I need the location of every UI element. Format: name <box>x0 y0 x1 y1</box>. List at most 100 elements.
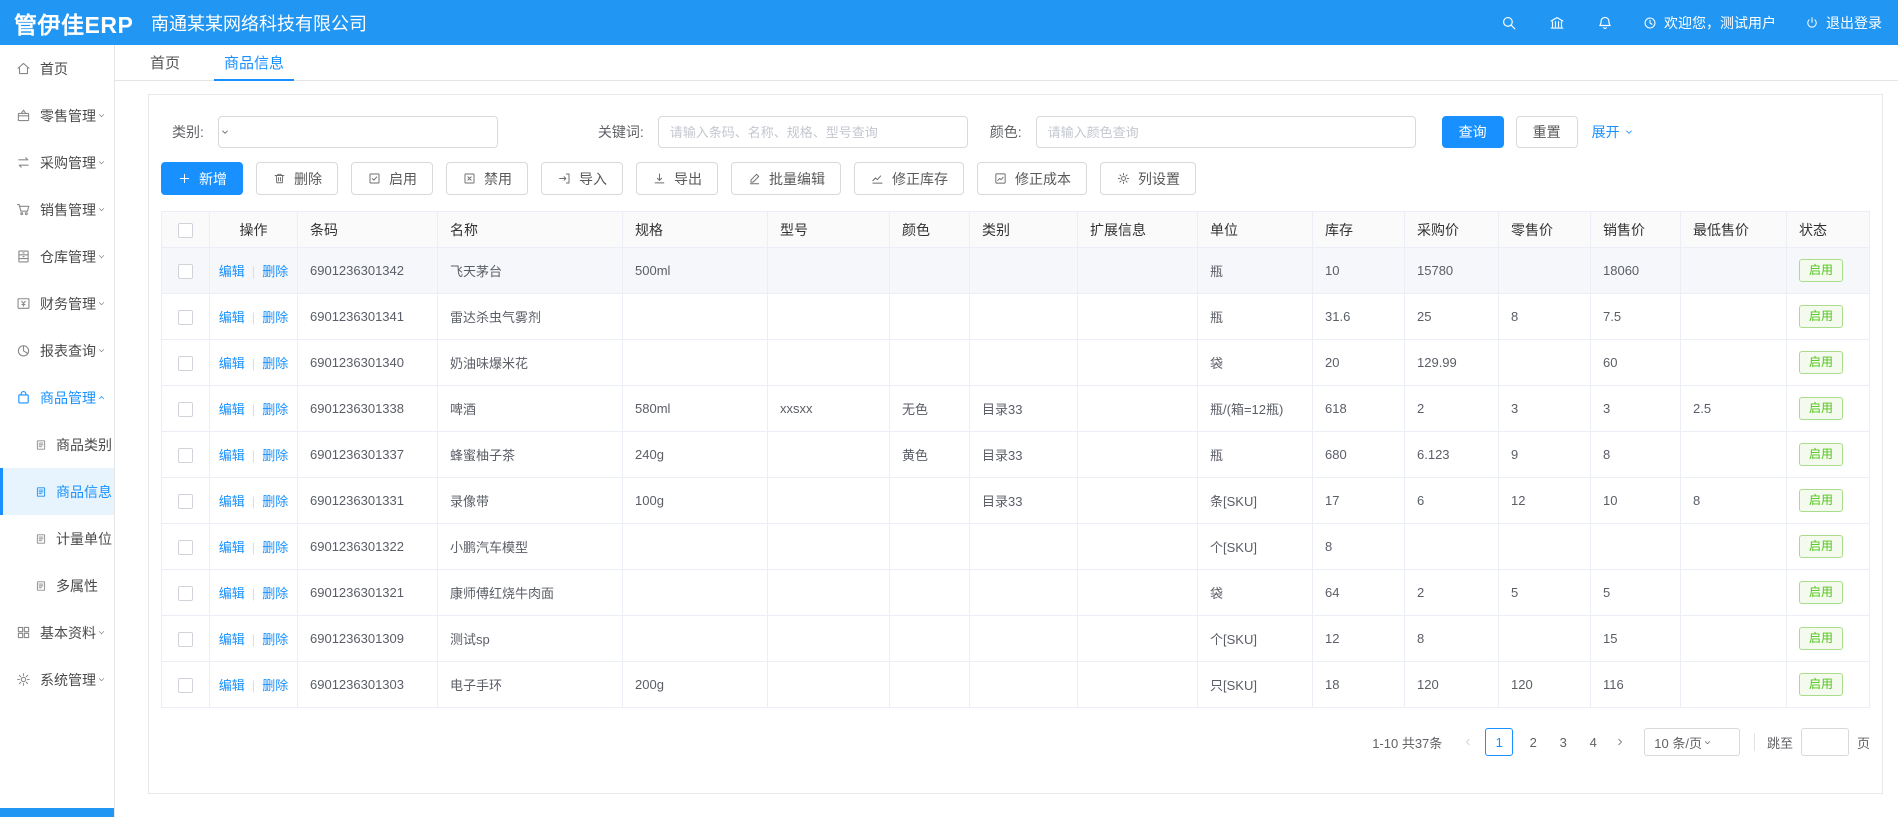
sidebar-item-system[interactable]: 系统管理 <box>0 656 114 703</box>
edit-link[interactable]: 编辑 <box>219 356 245 371</box>
delete-link[interactable]: 删除 <box>262 402 288 417</box>
sidebar-item-warehouse[interactable]: 仓库管理 <box>0 233 114 280</box>
page-button-1[interactable]: 1 <box>1485 728 1513 756</box>
edit-link[interactable]: 编辑 <box>219 540 245 555</box>
sidebar-item-purchase[interactable]: 采购管理 <box>0 139 114 186</box>
row-checkbox[interactable] <box>178 632 193 647</box>
notifications-button[interactable] <box>1596 14 1614 32</box>
cell-model <box>768 248 890 294</box>
page-button-3[interactable]: 3 <box>1553 728 1573 756</box>
welcome-user[interactable]: 欢迎您，测试用户 <box>1642 13 1776 33</box>
import-button[interactable]: 导入 <box>541 162 623 195</box>
delete-link[interactable]: 删除 <box>262 264 288 279</box>
edit-link[interactable]: 编辑 <box>219 678 245 693</box>
cell-model <box>768 294 890 340</box>
delete-link[interactable]: 删除 <box>262 586 288 601</box>
delete-button[interactable]: 删除 <box>256 162 338 195</box>
row-checkbox[interactable] <box>178 494 193 509</box>
row-checkbox[interactable] <box>178 356 193 371</box>
sidebar-item-goods-category[interactable]: 商品类别 <box>0 421 114 468</box>
delete-link[interactable]: 删除 <box>262 356 288 371</box>
delete-link[interactable]: 删除 <box>262 678 288 693</box>
sidebar-item-basic-data[interactable]: 基本资料 <box>0 609 114 656</box>
edit-icon <box>747 171 762 186</box>
row-checkbox[interactable] <box>178 540 193 555</box>
cell-barcode: 6901236301337 <box>298 432 438 478</box>
tab-goods-info[interactable]: 商品信息 <box>214 45 294 80</box>
select-all-checkbox[interactable] <box>178 223 193 238</box>
fix-stock-button[interactable]: 修正库存 <box>854 162 964 195</box>
table-row: 编辑|删除6901236301337蜂蜜柚子茶240g黄色目录33瓶6806.1… <box>162 432 1870 478</box>
row-checkbox[interactable] <box>178 678 193 693</box>
sidebar-item-goods[interactable]: 商品管理 <box>0 374 114 421</box>
row-checkbox[interactable] <box>178 448 193 463</box>
row-checkbox[interactable] <box>178 310 193 325</box>
color-label: 颜色: <box>990 122 1022 142</box>
cell-model <box>768 340 890 386</box>
power-icon <box>1804 15 1820 31</box>
add-button[interactable]: 新增 <box>161 162 243 195</box>
color-input[interactable] <box>1036 116 1416 148</box>
app-logo[interactable]: 管伊佳ERP <box>0 6 115 40</box>
cell-min-price <box>1681 662 1787 708</box>
delete-link[interactable]: 删除 <box>262 310 288 325</box>
expand-link[interactable]: 展开 <box>1592 122 1635 142</box>
page-button-2[interactable]: 2 <box>1523 728 1543 756</box>
sidebar-item-multi-attr[interactable]: 多属性 <box>0 562 114 609</box>
keyword-input[interactable] <box>658 116 968 148</box>
row-checkbox[interactable] <box>178 264 193 279</box>
columns-button[interactable]: 列设置 <box>1100 162 1196 195</box>
edit-link[interactable]: 编辑 <box>219 494 245 509</box>
cell-model <box>768 432 890 478</box>
cell-unit: 袋 <box>1198 340 1313 386</box>
reset-button[interactable]: 重置 <box>1516 116 1578 148</box>
sidebar-item-goods-info[interactable]: 商品信息 <box>0 468 114 515</box>
export-button[interactable]: 导出 <box>636 162 718 195</box>
category-select[interactable] <box>218 116 498 148</box>
logout-button[interactable]: 退出登录 <box>1804 13 1882 33</box>
status-badge: 启用 <box>1799 259 1843 281</box>
edit-link[interactable]: 编辑 <box>219 402 245 417</box>
batch-edit-button[interactable]: 批量编辑 <box>731 162 841 195</box>
prev-page-button[interactable] <box>1456 728 1480 756</box>
disable-button[interactable]: 禁用 <box>446 162 528 195</box>
page-size-select[interactable]: 10 条/页 <box>1644 728 1740 756</box>
edit-link[interactable]: 编辑 <box>219 632 245 647</box>
tab-home[interactable]: 首页 <box>140 45 190 80</box>
sidebar-item-sales[interactable]: 销售管理 <box>0 186 114 233</box>
delete-link[interactable]: 删除 <box>262 540 288 555</box>
cell-min-price <box>1681 432 1787 478</box>
sidebar-item-home[interactable]: 首页 <box>0 45 114 92</box>
enable-button[interactable]: 启用 <box>351 162 433 195</box>
shop-button[interactable] <box>1548 14 1566 32</box>
cell-spec <box>623 570 768 616</box>
sidebar-collapse-bar[interactable] <box>0 808 114 817</box>
delete-link[interactable]: 删除 <box>262 632 288 647</box>
cell-ext-info <box>1078 662 1198 708</box>
next-page-button[interactable] <box>1608 728 1632 756</box>
row-checkbox[interactable] <box>178 586 193 601</box>
cell-name: 飞天茅台 <box>438 248 623 294</box>
sidebar-item-retail[interactable]: 零售管理 <box>0 92 114 139</box>
cell-stock: 680 <box>1313 432 1405 478</box>
edit-link[interactable]: 编辑 <box>219 264 245 279</box>
cell-retail-price: 8 <box>1499 294 1591 340</box>
edit-link[interactable]: 编辑 <box>219 586 245 601</box>
edit-link[interactable]: 编辑 <box>219 310 245 325</box>
page-jump-input[interactable] <box>1801 728 1849 756</box>
cell-actions: 编辑|删除 <box>210 524 298 570</box>
sidebar-item-finance[interactable]: 财务管理 <box>0 280 114 327</box>
column-header-actions: 操作 <box>210 212 298 248</box>
delete-link[interactable]: 删除 <box>262 448 288 463</box>
edit-link[interactable]: 编辑 <box>219 448 245 463</box>
fix-cost-button[interactable]: 修正成本 <box>977 162 1087 195</box>
column-header-sale-price: 销售价 <box>1591 212 1681 248</box>
search-button[interactable] <box>1500 14 1518 32</box>
search-submit-button[interactable]: 查询 <box>1442 116 1504 148</box>
sidebar-item-report[interactable]: 报表查询 <box>0 327 114 374</box>
cell-status: 启用 <box>1787 432 1870 478</box>
sidebar-item-measure-unit[interactable]: 计量单位 <box>0 515 114 562</box>
page-button-4[interactable]: 4 <box>1583 728 1603 756</box>
row-checkbox[interactable] <box>178 402 193 417</box>
delete-link[interactable]: 删除 <box>262 494 288 509</box>
